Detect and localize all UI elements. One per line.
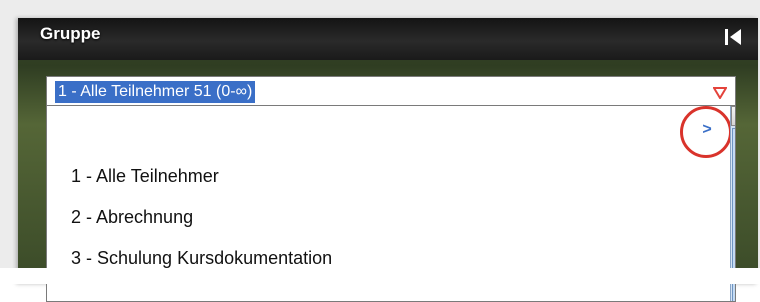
list-item[interactable]: 1 - Alle Teilnehmer: [71, 156, 332, 197]
triangle-down-icon[interactable]: [712, 86, 728, 100]
list-item[interactable]: 2 - Abrechnung: [71, 197, 332, 238]
chevron-up-icon: [732, 107, 736, 125]
collapse-left-icon[interactable]: [722, 26, 744, 48]
selected-group-value: 1 - Alle Teilnehmer 51 (0-∞): [55, 81, 256, 103]
bottom-margin: [0, 268, 760, 284]
panel-title: Gruppe: [40, 24, 101, 43]
panel-titlebar: Gruppe: [18, 18, 758, 60]
screenshot-frame: Gruppe 1 - Alle Teilnehmer 51 (0-∞) > 1 …: [0, 0, 760, 302]
group-panel: Gruppe 1 - Alle Teilnehmer 51 (0-∞) > 1 …: [18, 18, 758, 302]
group-select[interactable]: 1 - Alle Teilnehmer 51 (0-∞): [46, 76, 736, 106]
expand-button[interactable]: >: [697, 120, 717, 140]
scroll-up-button[interactable]: [731, 106, 736, 126]
group-list: 1 - Alle Teilnehmer 2 - Abrechnung 3 - S…: [71, 156, 332, 279]
